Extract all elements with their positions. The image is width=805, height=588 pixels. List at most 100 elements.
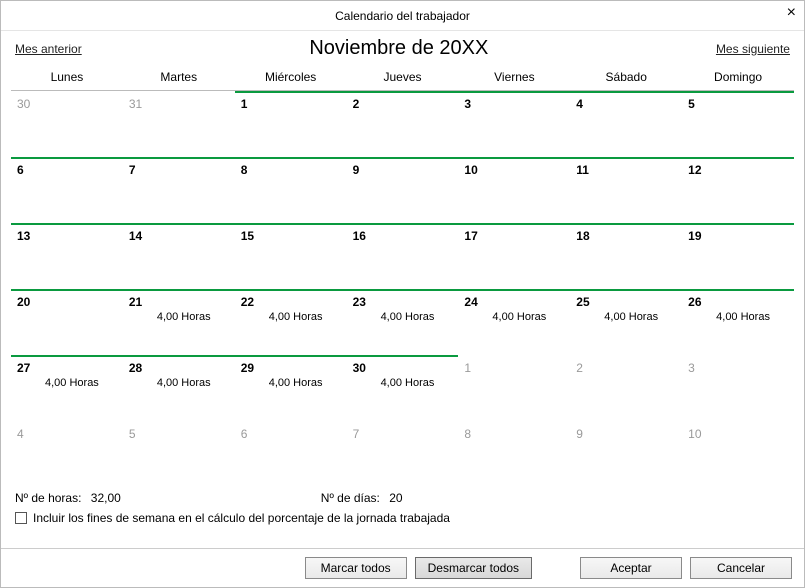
day-number: 25 — [576, 295, 676, 309]
mark-all-button[interactable]: Marcar todos — [305, 557, 407, 579]
day-number: 8 — [241, 163, 341, 177]
calendar-day-cell[interactable]: 224,00 Horas — [235, 289, 347, 355]
hours-label: Nº de horas: — [15, 491, 81, 505]
month-nav: Mes anterior Noviembre de 20XX Mes sigui… — [1, 31, 804, 64]
weekday-header-cell: Jueves — [347, 64, 459, 90]
day-number: 3 — [688, 361, 788, 375]
weekday-header-cell: Martes — [123, 64, 235, 90]
calendar-day-cell[interactable]: 19 — [682, 223, 794, 289]
day-number: 16 — [353, 229, 453, 243]
calendar-day-cell[interactable]: 304,00 Horas — [347, 355, 459, 421]
day-number: 4 — [17, 427, 117, 441]
day-number: 13 — [17, 229, 117, 243]
calendar-day-cell[interactable]: 17 — [458, 223, 570, 289]
calendar-grid: 30311234567891011121314151617181920214,0… — [11, 91, 794, 487]
day-hours: 4,00 Horas — [576, 309, 676, 323]
day-number: 18 — [576, 229, 676, 243]
calendar-day-cell[interactable]: 16 — [347, 223, 459, 289]
weekday-header-cell: Miércoles — [235, 64, 347, 90]
day-number: 10 — [688, 427, 788, 441]
calendar-day-cell: 10 — [682, 421, 794, 487]
day-number: 30 — [353, 361, 453, 375]
calendar-day-cell[interactable]: 6 — [11, 157, 123, 223]
calendar-day-cell[interactable]: 5 — [682, 91, 794, 157]
day-hours: 4,00 Horas — [464, 309, 564, 323]
day-number: 1 — [241, 97, 341, 111]
calendar-day-cell[interactable]: 7 — [123, 157, 235, 223]
day-number: 8 — [464, 427, 564, 441]
calendar-day-cell: 1 — [458, 355, 570, 421]
include-weekends-option[interactable]: Incluir los fines de semana en el cálcul… — [1, 509, 804, 533]
calendar-day-cell: 9 — [570, 421, 682, 487]
calendar-day-cell[interactable]: 12 — [682, 157, 794, 223]
day-number: 28 — [129, 361, 229, 375]
day-number: 27 — [17, 361, 117, 375]
day-number: 10 — [464, 163, 564, 177]
days-summary: Nº de días: 20 — [321, 491, 403, 505]
calendar-day-cell: 8 — [458, 421, 570, 487]
calendar-day-cell[interactable]: 1 — [235, 91, 347, 157]
calendar-day-cell[interactable]: 2 — [347, 91, 459, 157]
calendar-day-cell[interactable]: 20 — [11, 289, 123, 355]
day-number: 15 — [241, 229, 341, 243]
calendar-day-cell[interactable]: 15 — [235, 223, 347, 289]
calendar-day-cell: 5 — [123, 421, 235, 487]
calendar-day-cell[interactable]: 244,00 Horas — [458, 289, 570, 355]
hours-value: 32,00 — [91, 491, 121, 505]
next-month-link[interactable]: Mes siguiente — [716, 42, 790, 56]
calendar-day-cell: 30 — [11, 91, 123, 157]
day-number: 12 — [688, 163, 788, 177]
calendar-day-cell[interactable]: 284,00 Horas — [123, 355, 235, 421]
day-number: 3 — [464, 97, 564, 111]
calendar-day-cell[interactable]: 4 — [570, 91, 682, 157]
include-weekends-checkbox[interactable] — [15, 512, 27, 524]
worker-calendar-dialog: Calendario del trabajador × Mes anterior… — [0, 0, 805, 588]
calendar-day-cell[interactable]: 8 — [235, 157, 347, 223]
calendar-day-cell[interactable]: 18 — [570, 223, 682, 289]
day-hours: 4,00 Horas — [688, 309, 788, 323]
calendar-day-cell[interactable]: 214,00 Horas — [123, 289, 235, 355]
day-number: 22 — [241, 295, 341, 309]
weekday-header-cell: Viernes — [458, 64, 570, 90]
calendar-day-cell[interactable]: 294,00 Horas — [235, 355, 347, 421]
calendar-day-cell[interactable]: 10 — [458, 157, 570, 223]
day-number: 7 — [129, 163, 229, 177]
days-value: 20 — [389, 491, 402, 505]
calendar-day-cell: 31 — [123, 91, 235, 157]
accept-button[interactable]: Aceptar — [580, 557, 682, 579]
day-number: 1 — [464, 361, 564, 375]
cancel-button[interactable]: Cancelar — [690, 557, 792, 579]
day-number: 17 — [464, 229, 564, 243]
day-number: 11 — [576, 163, 676, 177]
calendar-day-cell[interactable]: 11 — [570, 157, 682, 223]
calendar-day-cell[interactable]: 254,00 Horas — [570, 289, 682, 355]
day-number: 21 — [129, 295, 229, 309]
day-number: 7 — [353, 427, 453, 441]
calendar-day-cell[interactable]: 9 — [347, 157, 459, 223]
close-icon[interactable]: × — [787, 5, 796, 21]
window-title: Calendario del trabajador — [335, 9, 470, 23]
day-number: 30 — [17, 97, 117, 111]
unmark-all-button[interactable]: Desmarcar todos — [415, 557, 532, 579]
day-number: 20 — [17, 295, 117, 309]
calendar-day-cell[interactable]: 14 — [123, 223, 235, 289]
day-hours: 4,00 Horas — [129, 309, 229, 323]
calendar-day-cell[interactable]: 264,00 Horas — [682, 289, 794, 355]
weekday-header: LunesMartesMiércolesJuevesViernesSábadoD… — [11, 64, 794, 91]
day-number: 29 — [241, 361, 341, 375]
current-month-label: Noviembre de 20XX — [309, 37, 488, 60]
day-number: 9 — [576, 427, 676, 441]
calendar-day-cell: 6 — [235, 421, 347, 487]
calendar-day-cell[interactable]: 234,00 Horas — [347, 289, 459, 355]
day-number: 14 — [129, 229, 229, 243]
calendar-day-cell[interactable]: 13 — [11, 223, 123, 289]
calendar-day-cell[interactable]: 274,00 Horas — [11, 355, 123, 421]
prev-month-link[interactable]: Mes anterior — [15, 42, 82, 56]
weekday-header-cell: Lunes — [11, 64, 123, 90]
include-weekends-label: Incluir los fines de semana en el cálcul… — [33, 511, 450, 525]
day-number: 2 — [353, 97, 453, 111]
hours-summary: Nº de horas: 32,00 — [15, 491, 121, 505]
calendar-day-cell[interactable]: 3 — [458, 91, 570, 157]
day-number: 31 — [129, 97, 229, 111]
day-number: 23 — [353, 295, 453, 309]
